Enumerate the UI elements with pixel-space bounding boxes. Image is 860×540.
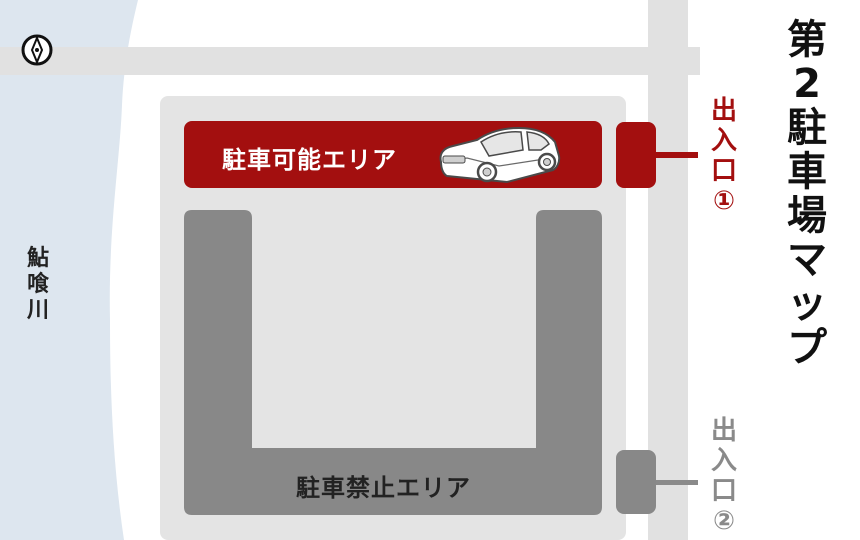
compass-icon (21, 34, 53, 66)
map-title: 第 2 駐 車 場 マ ッ プ (782, 18, 832, 370)
entrance-2-gate (616, 450, 656, 514)
river-char: 鮎 (26, 246, 49, 271)
title-char: 場 (787, 193, 827, 239)
title-char: 駐 (787, 105, 827, 151)
entrance-char: 入 (710, 126, 737, 156)
river (0, 0, 138, 540)
river-char: 喰 (26, 272, 49, 297)
entrance-char: 口 (710, 156, 737, 186)
road-horizontal (0, 47, 700, 75)
entrance-2-label: 出 入 口 ② (704, 416, 744, 536)
no-parking-zone-label: 駐車禁止エリア (296, 474, 471, 502)
entrance-char: 口 (710, 476, 737, 506)
entrance-1-label: 出 入 口 ① (704, 96, 744, 216)
river-label: 鮎 喰 川 (22, 246, 54, 324)
river-char: 川 (26, 298, 49, 323)
entrance-char: ② (712, 506, 735, 536)
title-char: プ (787, 325, 827, 371)
title-char: 車 (787, 149, 827, 195)
title-char: マ (787, 237, 827, 283)
entrance-2-connector (656, 480, 698, 485)
entrance-1-gate (616, 122, 656, 188)
entrance-char: 出 (710, 416, 737, 446)
title-char: 第 (787, 17, 827, 63)
title-char: 2 (793, 61, 821, 107)
entrance-char: ① (712, 186, 735, 216)
title-char: ッ (787, 281, 827, 327)
entrance-char: 出 (710, 96, 737, 126)
parking-zone-label: 駐車可能エリア (222, 146, 397, 174)
entrance-1-connector (656, 152, 698, 158)
entrance-char: 入 (710, 446, 737, 476)
parking-map: 駐車可能エリア 駐車禁止エリア 第 2 駐 車 場 マ ッ プ 鮎 喰 川 出 … (0, 0, 860, 540)
